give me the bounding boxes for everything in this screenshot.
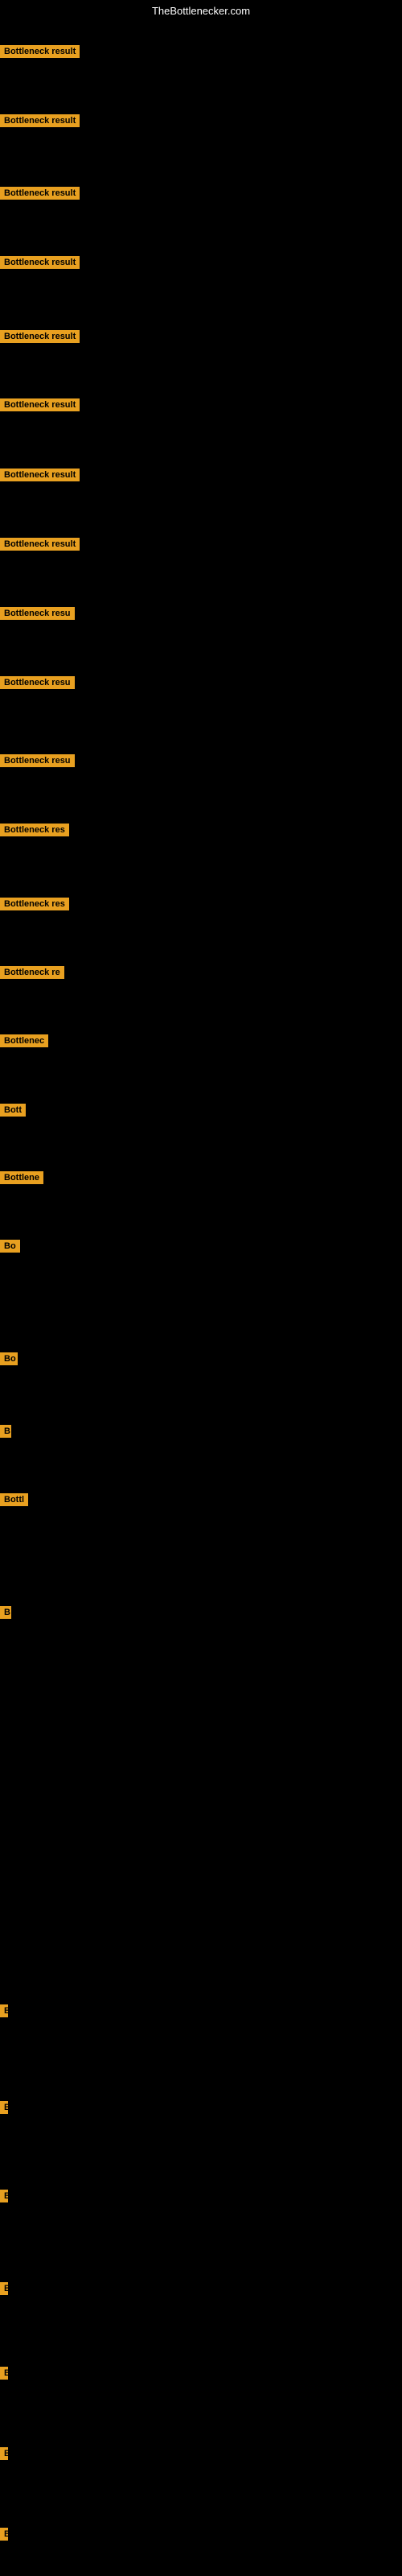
bottleneck-badge: Bottleneck res <box>0 824 69 836</box>
bottleneck-badge: Bottleneck result <box>0 187 80 200</box>
bottleneck-badge: B <box>0 2004 8 2017</box>
bottleneck-badge: Bott <box>0 1104 26 1117</box>
bottleneck-badge: Bottl <box>0 1493 28 1506</box>
bottleneck-badge: Bottleneck result <box>0 469 80 481</box>
bottleneck-badge: Bo <box>0 1240 20 1253</box>
bottleneck-badge: Bo <box>0 1352 18 1365</box>
bottleneck-badge: B <box>0 2528 8 2541</box>
bottleneck-badge: Bottleneck resu <box>0 607 75 620</box>
bottleneck-badge: Bottleneck result <box>0 256 80 269</box>
bottleneck-badge: Bottleneck result <box>0 538 80 551</box>
bottleneck-badge: B <box>0 1425 11 1438</box>
bottleneck-badge: Bottlene <box>0 1171 43 1184</box>
bottleneck-badge: Bottleneck result <box>0 330 80 343</box>
bottleneck-badge: B <box>0 2190 8 2202</box>
bottleneck-badge: B <box>0 2282 8 2295</box>
bottleneck-badge: B <box>0 2447 8 2460</box>
bottleneck-badge: Bottlenec <box>0 1034 48 1047</box>
site-title: TheBottlenecker.com <box>0 2 402 20</box>
bottleneck-badge: B <box>0 2101 8 2114</box>
bottleneck-badge: Bottleneck result <box>0 114 80 127</box>
bottleneck-badge: Bottleneck resu <box>0 676 75 689</box>
bottleneck-badge: Bottleneck result <box>0 45 80 58</box>
bottleneck-badge: Bottleneck resu <box>0 754 75 767</box>
bottleneck-badge: Bottleneck result <box>0 398 80 411</box>
bottleneck-badge: Bottleneck re <box>0 966 64 979</box>
bottleneck-badge: B <box>0 1606 11 1619</box>
bottleneck-badge: Bottleneck res <box>0 898 69 910</box>
bottleneck-badge: B <box>0 2367 8 2380</box>
